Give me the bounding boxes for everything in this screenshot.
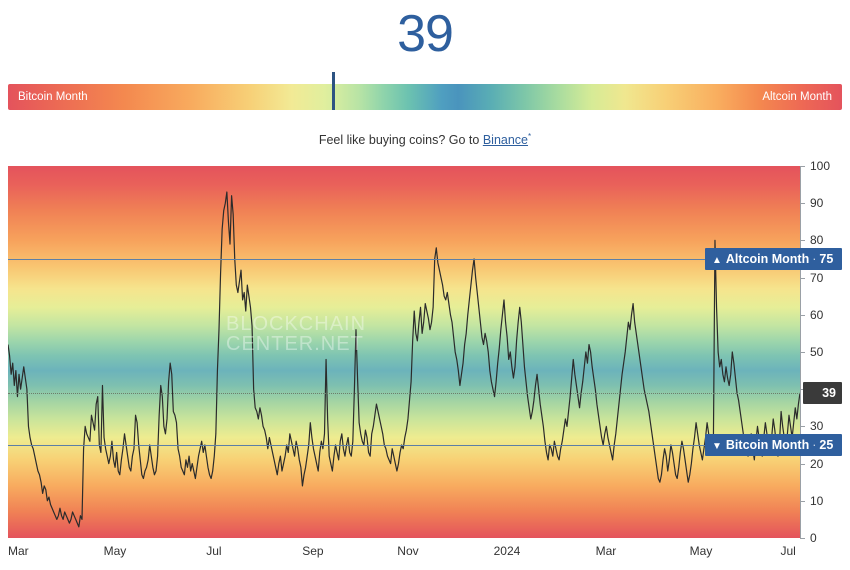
badge-separator: · bbox=[812, 438, 817, 452]
binance-link[interactable]: Binance bbox=[483, 133, 528, 147]
y-axis-tick-label: 50 bbox=[810, 345, 824, 359]
y-axis-tick-label: 10 bbox=[810, 493, 824, 508]
y-axis-tick: 0 bbox=[800, 531, 850, 545]
y-axis-tick-label: 0 bbox=[810, 531, 817, 545]
chart-series-svg bbox=[8, 191, 800, 528]
y-axis-tick: 60 bbox=[800, 308, 850, 322]
chart: BLOCKCHAIN CENTER.NET 010203040506070809… bbox=[8, 159, 842, 558]
reference-line-bitcoin-month bbox=[8, 445, 800, 446]
y-axis-tick-mark bbox=[800, 203, 805, 205]
x-axis-tick-label: 2024 bbox=[493, 544, 521, 558]
promo-text: Feel like buying coins? Go to bbox=[318, 133, 483, 148]
y-axis-tick-mark bbox=[800, 538, 805, 539]
bitcoin-month-arrow-icon: ▼ bbox=[712, 441, 722, 452]
y-axis-tick-mark bbox=[800, 314, 805, 316]
y-axis-tick: 70 bbox=[800, 271, 850, 285]
chart-y-axis: 0102030405060708090100 bbox=[800, 159, 850, 545]
gauge-label-bitcoin-month: Bitcoin Month bbox=[18, 91, 88, 103]
y-axis-tick-mark bbox=[800, 426, 805, 428]
gauge-bar: Bitcoin Month Altcoin Month bbox=[8, 84, 842, 110]
reference-line-altcoin-month bbox=[8, 259, 800, 260]
x-axis-tick-label: Jul bbox=[780, 544, 796, 558]
bitcoin-month-badge-value: 25 bbox=[819, 438, 834, 452]
gauge-label-altcoin-month: Altcoin Month bbox=[762, 91, 832, 103]
reference-line-current-value bbox=[8, 392, 800, 394]
promo-asterisk: * bbox=[528, 132, 532, 141]
reference-badge-altcoin-month[interactable]: ▲ Altcoin Month · 75 bbox=[705, 248, 842, 270]
y-axis-tick-label: 60 bbox=[810, 307, 824, 322]
reference-badge-current-value[interactable]: 39 bbox=[803, 381, 842, 404]
x-axis-tick-label: May bbox=[689, 544, 713, 558]
x-axis-tick-label: Nov bbox=[397, 544, 419, 558]
x-axis-tick-label: Jul bbox=[206, 544, 222, 558]
altcoin-month-badge-label: Altcoin Month bbox=[725, 252, 810, 266]
y-axis-tick: 10 bbox=[800, 494, 850, 508]
x-axis-tick-label: Mar bbox=[8, 544, 29, 558]
chart-plot-area: BLOCKCHAIN CENTER.NET bbox=[8, 166, 800, 538]
y-axis-tick: 90 bbox=[800, 196, 850, 210]
gauge-needle bbox=[332, 72, 336, 110]
y-axis-tick-mark bbox=[800, 500, 805, 502]
y-axis-tick-label: 70 bbox=[810, 270, 824, 285]
x-axis-tick-label: Mar bbox=[595, 544, 617, 558]
x-axis-tick-label: May bbox=[103, 544, 127, 558]
y-axis-tick-label: 30 bbox=[810, 419, 824, 434]
bitcoin-month-badge-label: Bitcoin Month bbox=[725, 438, 810, 452]
y-axis-tick: 80 bbox=[800, 233, 850, 247]
chart-line-series bbox=[8, 191, 800, 528]
y-axis-tick-label: 90 bbox=[810, 196, 824, 211]
altcoin-month-arrow-icon: ▲ bbox=[712, 255, 722, 266]
y-axis-tick-label: 20 bbox=[810, 456, 824, 471]
reference-badge-bitcoin-month[interactable]: ▼ Bitcoin Month · 25 bbox=[705, 434, 842, 456]
chart-x-axis-labels: Mar May Jul Sep Nov 2024 Mar May Jul bbox=[8, 544, 800, 564]
current-value-badge-value: 39 bbox=[822, 385, 836, 400]
gauge-value: 39 bbox=[397, 5, 454, 63]
y-axis-tick-mark bbox=[800, 352, 805, 353]
altcoin-season-index-page: 39 Bitcoin Month Altcoin Month Feel like… bbox=[0, 0, 850, 570]
y-axis-tick-mark bbox=[800, 240, 805, 242]
y-axis-tick-label: 100 bbox=[810, 159, 831, 173]
y-axis-tick: 50 bbox=[800, 345, 850, 359]
y-axis-tick: 100 bbox=[800, 159, 850, 173]
y-axis-tick-label: 80 bbox=[810, 233, 824, 248]
altcoin-month-badge-value: 75 bbox=[819, 252, 834, 266]
y-axis-tick: 30 bbox=[800, 419, 850, 433]
y-axis-tick-mark bbox=[800, 166, 805, 167]
y-axis-tick-mark bbox=[800, 277, 805, 279]
y-axis-tick: 20 bbox=[800, 457, 850, 471]
promo-note: Feel like buying coins? Go to Binance* bbox=[0, 132, 850, 147]
badge-separator: · bbox=[812, 252, 817, 266]
x-axis-tick-label: Sep bbox=[302, 544, 324, 558]
y-axis-tick-mark bbox=[800, 463, 805, 465]
